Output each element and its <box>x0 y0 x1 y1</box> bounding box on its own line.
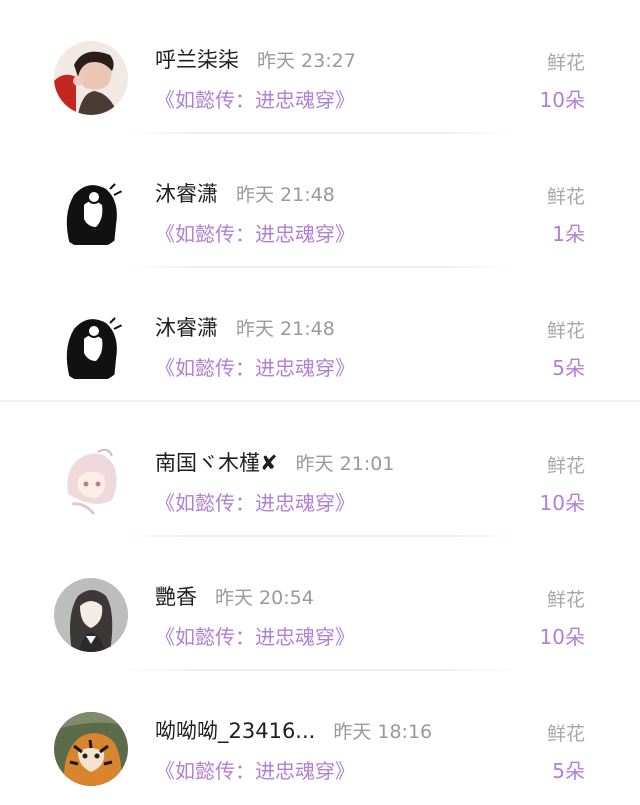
divider <box>0 400 640 402</box>
book-title-link[interactable]: 《如懿传：进忠魂穿》 <box>155 352 355 381</box>
timestamp: 昨天 20:54 <box>215 587 314 609</box>
list-item[interactable]: 南国ヾ木槿✘ 昨天 21:01 《如懿传：进忠魂穿》 鲜花 10朵 <box>0 403 640 537</box>
list-item[interactable]: 呼兰柒柒 昨天 23:27 《如懿传：进忠魂穿》 鲜花 10朵 <box>0 0 640 134</box>
list-item[interactable]: 沐睿潇 昨天 21:48 《如懿传：进忠魂穿》 鲜花 5朵 <box>0 268 640 402</box>
book-title-link[interactable]: 《如懿传：进忠魂穿》 <box>155 84 355 113</box>
book-title-link[interactable]: 《如懿传：进忠魂穿》 <box>155 218 355 247</box>
gift-count: 10朵 <box>539 491 585 515</box>
timestamp: 昨天 21:48 <box>236 318 335 340</box>
avatar-gray-girl-icon[interactable] <box>54 578 128 652</box>
gift-type-label: 鲜花 <box>546 589 585 611</box>
gift-type-label: 鲜花 <box>546 52 585 74</box>
avatar-pink-girl-icon[interactable] <box>54 444 128 518</box>
timestamp: 昨天 21:48 <box>236 184 335 206</box>
username[interactable]: 呼兰柒柒 <box>155 44 239 74</box>
gift-count: 5朵 <box>552 759 585 783</box>
username[interactable]: 沐睿潇 <box>155 178 218 208</box>
gift-list: 呼兰柒柒 昨天 23:27 《如懿传：进忠魂穿》 鲜花 10朵 沐睿潇 昨天 2… <box>0 0 640 798</box>
gift-type-label: 鲜花 <box>546 723 585 745</box>
gift-count: 1朵 <box>552 222 585 246</box>
list-item[interactable]: 沐睿潇 昨天 21:48 《如懿传：进忠魂穿》 鲜花 1朵 <box>0 134 640 268</box>
username[interactable]: 沐睿潇 <box>155 312 218 342</box>
book-title-link[interactable]: 《如懿传：进忠魂穿》 <box>155 621 355 650</box>
avatar-boy-red-icon[interactable] <box>54 41 128 115</box>
book-title-link[interactable]: 《如懿传：进忠魂穿》 <box>155 487 355 516</box>
username[interactable]: 呦呦呦_23416... <box>155 715 315 745</box>
gift-type-label: 鲜花 <box>546 186 585 208</box>
list-item[interactable]: 呦呦呦_23416... 昨天 18:16 《如懿传：进忠魂穿》 鲜花 5朵 <box>0 671 640 805</box>
avatar-sketch-girl-icon[interactable] <box>54 175 128 249</box>
gift-count: 10朵 <box>539 625 585 649</box>
avatar-tiger-icon[interactable] <box>54 712 128 786</box>
list-item[interactable]: 艷香 昨天 20:54 《如懿传：进忠魂穿》 鲜花 10朵 <box>0 537 640 671</box>
gift-count: 10朵 <box>539 88 585 112</box>
timestamp: 昨天 23:27 <box>257 50 356 72</box>
username[interactable]: 南国ヾ木槿✘ <box>155 447 278 477</box>
gift-type-label: 鲜花 <box>546 320 585 342</box>
avatar-sketch-girl-icon[interactable] <box>54 309 128 383</box>
timestamp: 昨天 18:16 <box>333 721 433 743</box>
timestamp: 昨天 21:01 <box>295 453 395 475</box>
gift-count: 5朵 <box>552 356 585 380</box>
gift-type-label: 鲜花 <box>546 455 585 477</box>
book-title-link[interactable]: 《如懿传：进忠魂穿》 <box>155 755 355 784</box>
username[interactable]: 艷香 <box>155 581 197 611</box>
